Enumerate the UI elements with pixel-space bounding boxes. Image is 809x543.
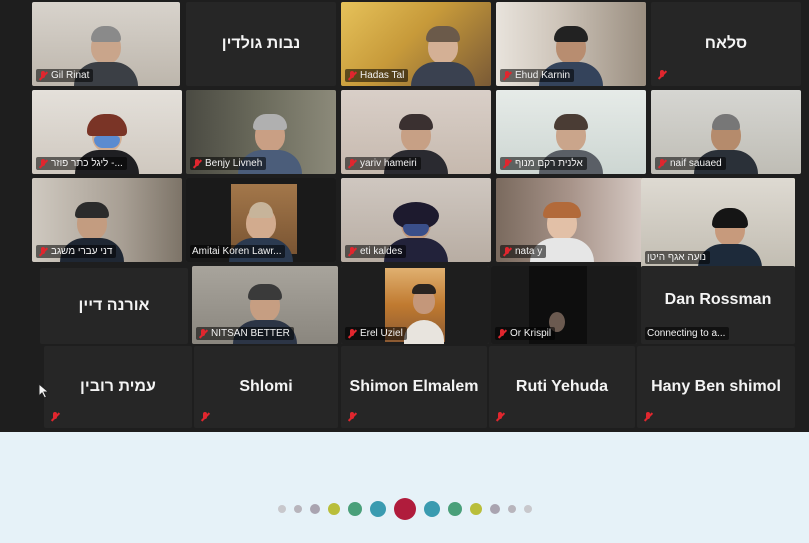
carousel-dot[interactable] [369, 501, 386, 517]
zoom-gallery-screen: Gil Rinat נבות גולדין Hadas Tal Ehud Kar… [0, 0, 809, 432]
video-tile-benjy-livneh[interactable]: Benjy Livneh [186, 90, 336, 174]
muted-microphone-icon [502, 246, 512, 257]
carousel-dot-active[interactable] [393, 498, 416, 520]
carousel-dot[interactable] [293, 505, 302, 513]
muted-microphone-icon [347, 246, 357, 257]
muted-microphone-icon [497, 328, 507, 339]
participant-name: עמית רובין [80, 378, 156, 395]
muted-microphone-icon [38, 158, 48, 169]
participant-name: סלאח [704, 35, 748, 52]
muted-microphone-icon [38, 70, 48, 81]
participant-name: נבות גולדין [221, 35, 301, 52]
muted-microphone-icon [200, 412, 210, 422]
muted-microphone-icon [502, 70, 512, 81]
carousel-dot[interactable] [277, 505, 286, 513]
video-tile-gil-rinat[interactable]: Gil Rinat [32, 2, 180, 86]
muted-microphone-icon [643, 412, 653, 422]
muted-microphone-icon [198, 328, 208, 339]
video-tile-hadas-tal[interactable]: Hadas Tal [341, 2, 491, 86]
participant-name: NITSAN BETTER [211, 328, 290, 339]
name-tile-shimon-elmalem[interactable]: Shimon Elmalem [341, 346, 487, 428]
video-tile-or-krispil[interactable]: Or Krispil [491, 266, 637, 344]
muted-microphone-icon [657, 70, 667, 80]
carousel-dot[interactable] [469, 503, 482, 515]
name-tile-shlomi[interactable]: Shlomi [194, 346, 338, 428]
carousel-dot[interactable] [347, 502, 362, 516]
carousel-dot[interactable] [309, 504, 320, 514]
carousel-dot[interactable] [523, 505, 532, 513]
video-tile-amitai-koren[interactable]: Amitai Koren Lawr... [186, 178, 336, 262]
video-tile-yariv-hameiri[interactable]: yariv hameiri [341, 90, 491, 174]
participant-name: Ruti Yehuda [515, 378, 609, 395]
video-tile-dani-ivri[interactable]: דני עברי משגב [32, 178, 182, 262]
carousel-dot[interactable] [447, 502, 462, 516]
muted-microphone-icon [347, 158, 357, 169]
participant-name: eti kaldes [360, 246, 403, 257]
name-tile-dan-rossman[interactable]: Dan Rossman Connecting to a... [641, 266, 795, 344]
participant-name: ליגל כתר פוזר -... [51, 158, 123, 169]
participant-name: Amitai Koren Lawr... [192, 246, 282, 257]
participant-name: yariv hameiri [360, 158, 417, 169]
muted-microphone-icon [38, 246, 48, 257]
video-tile-ehud-karnin[interactable]: Ehud Karnin [496, 2, 646, 86]
participant-name: nata y [515, 246, 543, 257]
name-tile-navot-goldin[interactable]: נבות גולדין [186, 2, 336, 86]
carousel-pagination [0, 496, 809, 522]
participant-name: Ehud Karnin [515, 70, 571, 81]
participant-name: Dan Rossman [664, 291, 772, 309]
participant-name: Erel Uziel [360, 328, 403, 339]
muted-microphone-icon [502, 158, 512, 169]
muted-microphone-icon [495, 412, 505, 422]
video-tile-nitsan-better[interactable]: NITSAN BETTER [192, 266, 338, 344]
name-tile-ruti-yehuda[interactable]: Ruti Yehuda [489, 346, 635, 428]
connecting-status: Connecting to a... [645, 327, 730, 340]
name-tile-salah[interactable]: סלאח [651, 2, 801, 86]
video-tile-noa-active-speaker[interactable]: נועה אגף היטן [641, 178, 795, 268]
participant-name: אלנית רקם מנוף [515, 158, 583, 169]
muted-microphone-icon [347, 412, 357, 422]
participant-name: נועה אגף היטן [647, 252, 707, 263]
carousel-dot[interactable] [423, 501, 440, 517]
muted-microphone-icon [192, 158, 202, 169]
video-tile-eti-kaldes[interactable]: eti kaldes [341, 178, 491, 262]
carousel-dot[interactable] [507, 505, 516, 513]
participant-name: Shimon Elmalem [349, 378, 479, 395]
participant-name: Benjy Livneh [205, 158, 263, 169]
video-tile-nata-y[interactable]: nata y [496, 178, 646, 262]
name-tile-orna-dayan[interactable]: אורנה דיין [40, 268, 188, 344]
video-tile-elanit-rekem[interactable]: אלנית רקם מנוף [496, 90, 646, 174]
participant-name: Hany Ben shimol [651, 378, 781, 395]
participant-name: Shlomi [239, 378, 293, 395]
participant-name: אורנה דיין [78, 297, 150, 314]
video-tile-naif-sauaed[interactable]: naif sauaed [651, 90, 801, 174]
participant-name: Gil Rinat [51, 70, 90, 81]
carousel-dot[interactable] [489, 504, 500, 514]
name-tile-amit-rubin[interactable]: עמית רובין [44, 346, 192, 428]
video-tile-liegal-keter[interactable]: ליגל כתר פוזר -... [32, 90, 182, 174]
participant-name: דני עברי משגב [51, 246, 113, 257]
muted-microphone-icon [347, 328, 357, 339]
participant-name: Hadas Tal [360, 70, 405, 81]
carousel-dot[interactable] [327, 503, 340, 515]
muted-microphone-icon [347, 70, 357, 81]
participant-name: Or Krispil [510, 328, 552, 339]
name-tile-hany-ben-shimol[interactable]: Hany Ben shimol [637, 346, 795, 428]
muted-microphone-icon [657, 158, 667, 169]
muted-microphone-icon [50, 412, 60, 422]
video-tile-erel-uziel[interactable]: Erel Uziel [341, 266, 489, 344]
participant-name: naif sauaed [670, 158, 722, 169]
